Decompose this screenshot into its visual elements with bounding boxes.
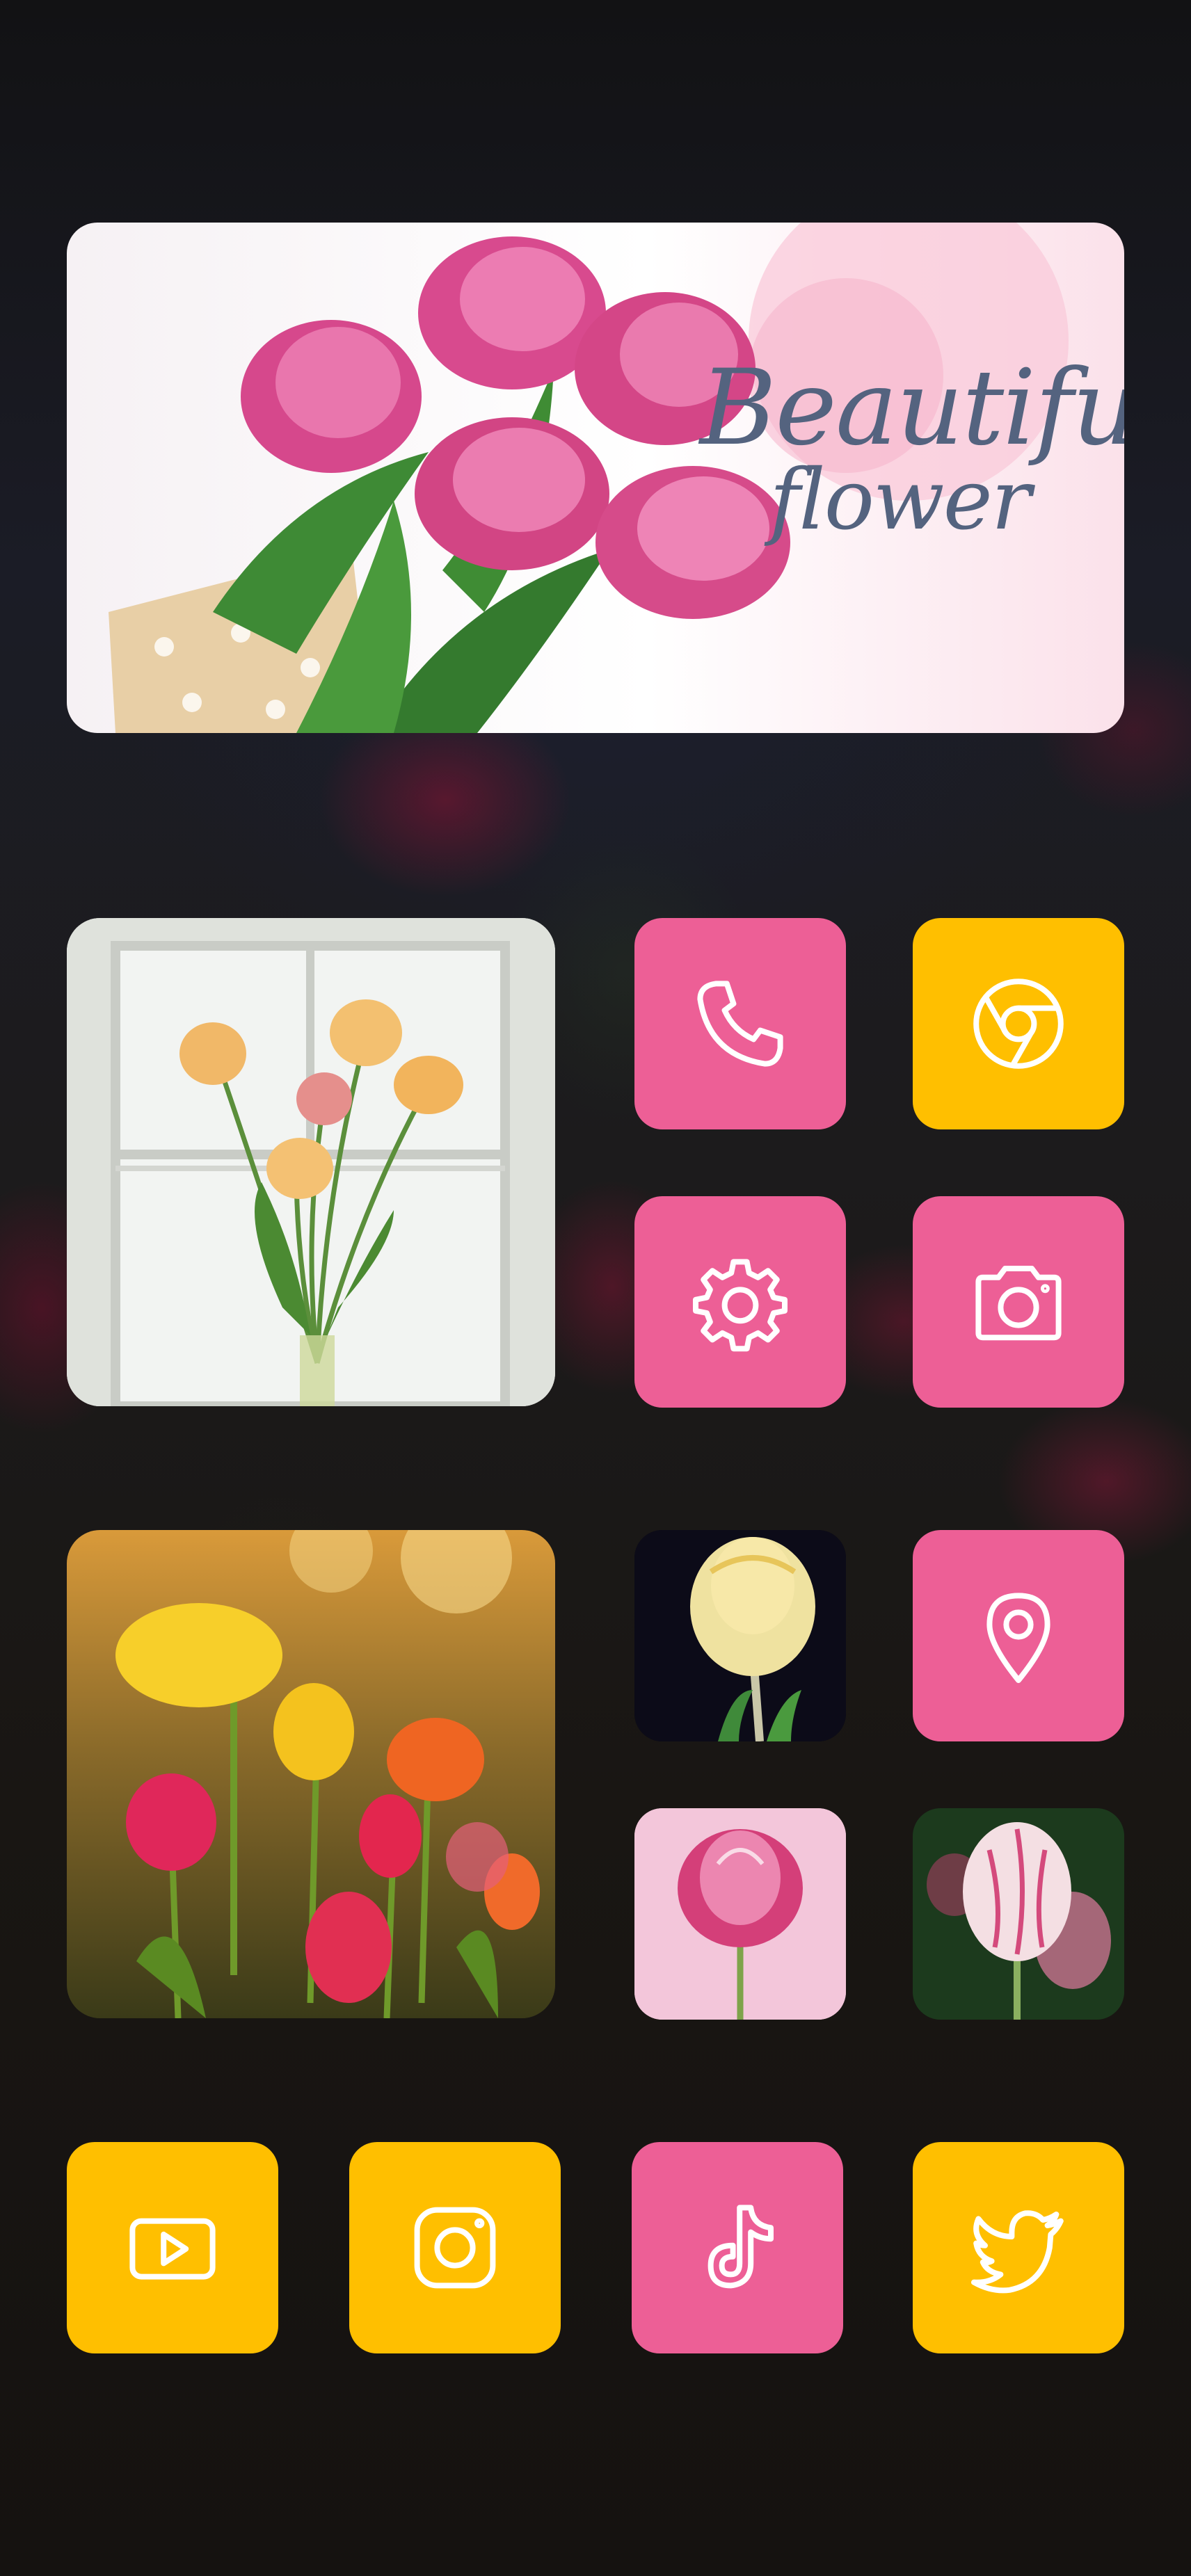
twitter-app[interactable] [913, 2142, 1124, 2353]
pink-tulip-app[interactable] [634, 1808, 846, 2020]
settings-app[interactable] [634, 1196, 846, 1408]
window-tulips-photo-widget[interactable] [67, 918, 555, 1406]
tulip-field-photo-widget[interactable] [67, 1530, 555, 2018]
yellow-tulip-photo-icon [634, 1530, 846, 1741]
instagram-app[interactable] [349, 2142, 561, 2353]
settings-gear-icon [693, 1259, 788, 1352]
twitter-icon [971, 2210, 1064, 2294]
youtube-app[interactable] [67, 2142, 278, 2353]
beautiful-flower-widget[interactable]: Beautiful flower [67, 223, 1124, 733]
banner-title-line1: Beautiful [700, 348, 1124, 469]
striped-tulip-app[interactable] [913, 1808, 1124, 2020]
tulip-field-photo [67, 1530, 555, 2018]
banner-title-line2: flower [769, 452, 1031, 549]
window-tulips-photo [67, 918, 555, 1406]
camera-app[interactable] [913, 1196, 1124, 1408]
chrome-app[interactable] [913, 918, 1124, 1129]
yellow-tulip-app[interactable] [634, 1530, 846, 1741]
striped-tulip-photo-icon [913, 1808, 1124, 2020]
phone-icon [697, 981, 783, 1067]
tiktok-app[interactable] [632, 2142, 843, 2353]
tiktok-icon [708, 2205, 774, 2289]
camera-icon [975, 1266, 1062, 1341]
instagram-icon [414, 2207, 496, 2289]
chrome-icon [973, 979, 1064, 1069]
phone-app[interactable] [634, 918, 846, 1129]
maps-app[interactable] [913, 1530, 1124, 1741]
pink-tulip-photo-icon [634, 1808, 846, 2020]
youtube-icon [129, 2218, 216, 2280]
location-pin-icon [986, 1593, 1050, 1683]
